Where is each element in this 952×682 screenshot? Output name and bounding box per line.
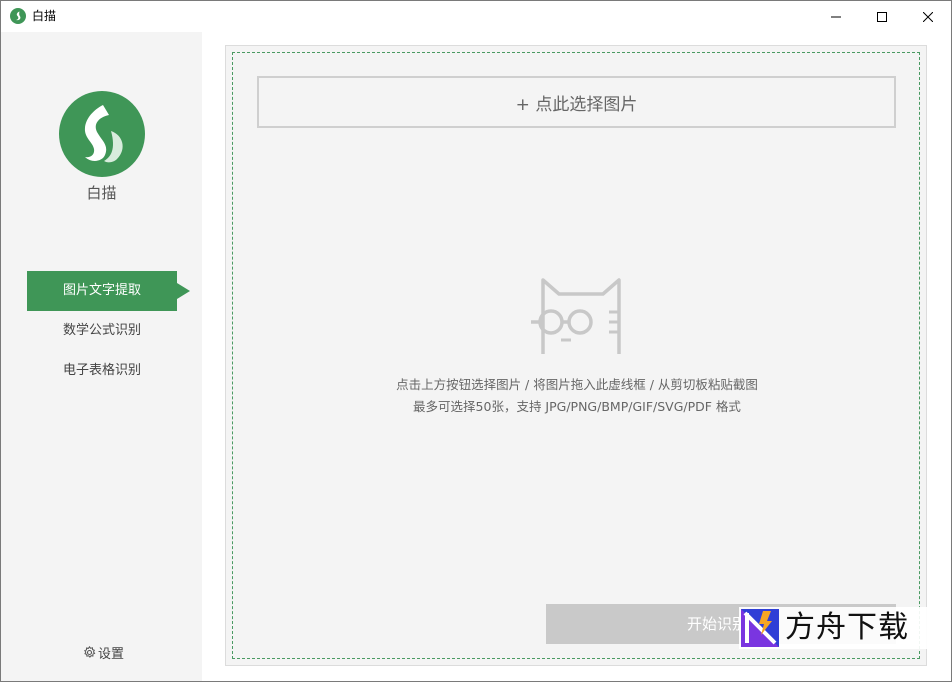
app-logo-icon xyxy=(10,8,26,24)
window-title: 白描 xyxy=(32,9,57,23)
maximize-icon xyxy=(877,11,887,22)
close-icon xyxy=(923,11,933,22)
nav-item-spreadsheet-recognition[interactable]: 电子表格识别 xyxy=(27,351,177,391)
nav-item-math-formula-recognition[interactable]: 数学公式识别 xyxy=(27,311,177,351)
cat-glasses-icon xyxy=(531,278,621,354)
app-logo xyxy=(59,91,145,177)
select-image-label: + 点此选择图片 xyxy=(515,94,638,115)
gear-icon xyxy=(84,645,96,658)
watermark-text: 方舟下载 xyxy=(785,610,909,645)
maximize-button[interactable] xyxy=(859,1,905,32)
title-bar[interactable]: 白描 xyxy=(1,1,951,32)
settings-button[interactable]: 设置 xyxy=(83,643,125,662)
settings-label: 设置 xyxy=(98,646,125,662)
drop-zone-panel[interactable]: + 点此选择图片 点击上方按钮选择图片 / 将图片拖入此虚线框 / 从剪切板粘贴… xyxy=(225,45,927,666)
sidebar: 白描 图片文字提取 数学公式识别 电子表格识别 设置 xyxy=(1,32,202,681)
main-area: + 点此选择图片 点击上方按钮选择图片 / 将图片拖入此虚线框 / 从剪切板粘贴… xyxy=(202,32,951,681)
nav-item-image-text-extraction[interactable]: 图片文字提取 xyxy=(27,271,190,311)
start-recognition-label: 开始识别 xyxy=(687,615,748,633)
minimize-icon xyxy=(831,16,841,17)
watermark-logo-icon xyxy=(741,609,779,647)
hint-text-line-1: 点击上方按钮选择图片 / 将图片拖入此虚线框 / 从剪切板粘贴截图 xyxy=(396,377,758,392)
close-button[interactable] xyxy=(905,1,951,32)
app-name: 白描 xyxy=(86,184,117,202)
hint-text-line-2: 最多可选择50张，支持 JPG/PNG/BMP/GIF/SVG/PDF 格式 xyxy=(413,399,741,414)
app-window: 白描 白描 图片文字提取 数学公式识别 电子表格识别 设置 + 点此选择图片 点… xyxy=(0,0,952,682)
watermark: 方舟下载 xyxy=(739,607,929,649)
select-image-button[interactable]: + 点此选择图片 xyxy=(257,76,896,128)
minimize-button[interactable] xyxy=(813,1,859,32)
